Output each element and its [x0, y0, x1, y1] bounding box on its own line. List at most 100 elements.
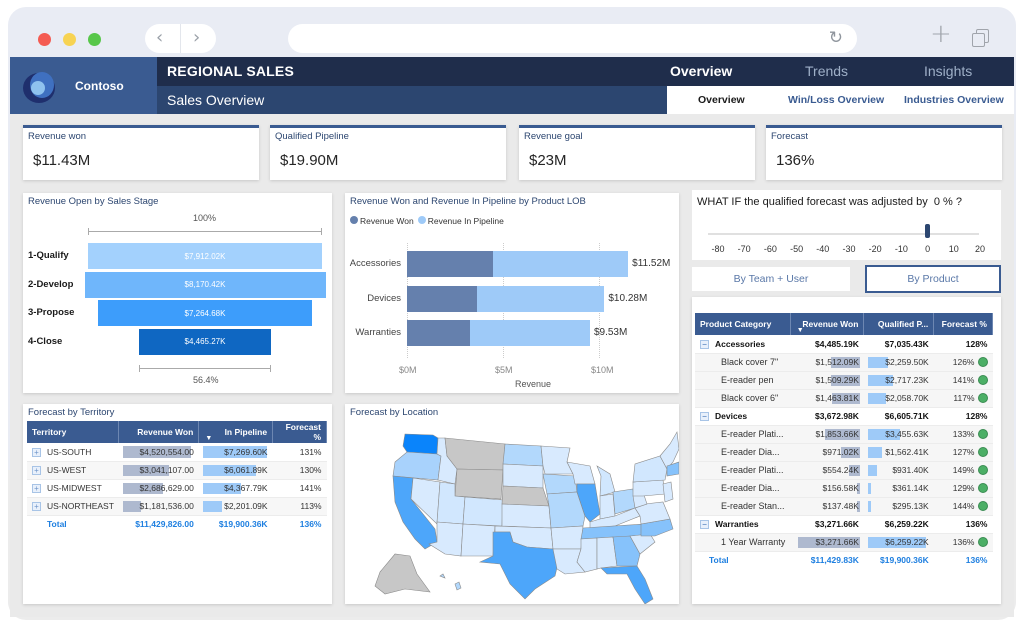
col-in-pipeline[interactable]: ▼ In Pipeline [198, 421, 274, 443]
back-icon[interactable]: ‹ [156, 27, 163, 48]
product-row[interactable]: E-reader pen $1,509.29K $2,717.23K 141% [695, 371, 993, 390]
collapse-icon[interactable]: − [700, 339, 709, 349]
col-forecast-pct[interactable]: Forecast % [272, 421, 327, 443]
product-row[interactable]: E-reader Dia... $156.58K $361.14K 129% [695, 479, 993, 498]
bar-revenue-won[interactable] [407, 320, 470, 346]
tab-overview[interactable]: Overview [670, 63, 732, 79]
total-row: Total $11,429,826.00 $19,900.36K 136% [27, 515, 327, 533]
category-row[interactable]: − Accessories $4,485.19K $7,035.43K 128% [695, 335, 993, 354]
expand-icon[interactable]: + [32, 466, 41, 476]
revenue-won-cell: $1,853.66K [790, 425, 864, 444]
reload-icon[interactable]: ↻ [829, 28, 843, 48]
territory-cell: + US-WEST [27, 461, 119, 480]
minimize-window-button[interactable] [63, 33, 76, 46]
col-territory[interactable]: Territory [27, 421, 120, 443]
revenue-won-value: $3,271.66K [815, 537, 859, 547]
legend-item-revenue-pipeline[interactable]: Revenue In Pipeline [417, 216, 504, 226]
funnel-bar[interactable]: $8,170.42K [84, 271, 326, 298]
table-row[interactable]: + US-WEST $3,041,107.00 $6,061.89K 130% [27, 461, 327, 480]
legend-label: Revenue In Pipeline [427, 216, 504, 226]
col-revenue-won[interactable]: ▼ Revenue Won [790, 313, 865, 335]
category-forecast-pct: 136% [933, 515, 993, 534]
total-forecast-pct: 136% [299, 519, 322, 530]
revenue-won-cell: $1,512.09K [790, 353, 864, 372]
close-window-button[interactable] [38, 33, 51, 46]
col-forecast-pct[interactable]: Forecast % [933, 313, 993, 335]
product-row[interactable]: Black cover 6" $1,463.81K $2,058.70K 117% [695, 389, 993, 408]
revenue-won-cell: $3,271.66K [790, 533, 864, 552]
territory-name: US-SOUTH [47, 446, 92, 457]
revenue-won-value: $1,463.81K [815, 393, 859, 403]
col-product-category[interactable]: Product Category [695, 313, 791, 335]
expand-icon[interactable]: + [32, 447, 41, 457]
slider-handle[interactable] [925, 224, 931, 238]
by-product-button[interactable]: By Product [865, 265, 1001, 293]
collapse-icon[interactable]: − [700, 520, 709, 530]
bar-revenue-won[interactable] [407, 285, 478, 312]
slider-track[interactable] [708, 233, 979, 235]
product-row[interactable]: 1 Year Warranty $3,271.66K $6,259.22K 136% [695, 533, 993, 552]
status-good-icon [977, 375, 988, 386]
slider-tick-label: 20 [974, 244, 985, 254]
state-ia [542, 473, 578, 495]
product-row[interactable]: E-reader Stan... $137.48K $295.13K 144% [695, 497, 993, 516]
collapse-icon[interactable]: − [700, 412, 709, 422]
category-row[interactable]: − Warranties $3,271.66K $6,259.22K 136% [695, 515, 993, 534]
by-team-user-button[interactable]: By Team + User [692, 267, 850, 291]
product-row[interactable]: Black cover 7" $1,512.09K $2,259.50K 126% [695, 353, 993, 372]
category-pipeline: $7,035.43K [863, 335, 934, 354]
funnel-bar[interactable]: $4,465.27K [139, 328, 271, 355]
legend-item-revenue-won[interactable]: Revenue Won [350, 216, 414, 226]
territory-name: US-NORTHEAST [47, 500, 114, 511]
funnel-bar[interactable]: $7,912.02K [88, 243, 322, 269]
funnel-top-bracket [88, 228, 322, 235]
state-wy [454, 468, 504, 500]
tabs-overview-icon[interactable] [972, 29, 989, 47]
kpi-label: Qualified Pipeline [275, 131, 349, 142]
pipeline-value: $2,058.70K [885, 393, 929, 403]
bar-revenue-won[interactable] [407, 251, 494, 277]
new-tab-icon[interactable]: + [930, 19, 952, 49]
revenue-won-cell: $4,520,554.00 [118, 443, 199, 462]
col-revenue-won[interactable]: Revenue Won [118, 421, 200, 443]
expand-icon[interactable]: + [32, 502, 41, 512]
expand-icon[interactable]: + [32, 484, 41, 494]
product-row[interactable]: E-reader Plati... $1,853.66K $3,455.63K 133… [695, 425, 993, 444]
maximize-window-button[interactable] [88, 33, 101, 46]
address-bar[interactable]: ↻ [288, 24, 857, 53]
tab-trends[interactable]: Trends [805, 63, 848, 79]
bar-revenue-pipeline[interactable] [469, 320, 590, 346]
pipeline-value: $1,562.41K [885, 447, 929, 457]
forward-icon[interactable]: › [193, 27, 200, 48]
table-row[interactable]: + US-SOUTH $4,520,554.00 $7,269.60K 131% [27, 443, 327, 462]
slider-tick-label: -40 [816, 244, 830, 254]
slider-tick-label: 0 [925, 244, 931, 254]
pipeline-value: $2,717.23K [885, 375, 929, 385]
subtab-overview[interactable]: Overview [698, 94, 745, 106]
pipeline-cell: $931.40K [863, 461, 934, 480]
funnel-bar[interactable]: $7,264.68K [97, 300, 313, 326]
subtab-win-loss-overview[interactable]: Win/Loss Overview [788, 94, 884, 106]
table-row[interactable]: + US-MIDWEST $2,686,629.00 $4,367.79K 141% [27, 479, 327, 498]
product-row[interactable]: E-reader Dia... $971.02K $1,562.41K 127% [695, 443, 993, 462]
chart-legend: Revenue Won Revenue In Pipeline [350, 216, 504, 226]
contoso-logo-icon [23, 72, 55, 103]
subtab-industries-overview[interactable]: Industries Overview [904, 94, 1004, 106]
forecast-pct-value: 141% [952, 374, 975, 385]
bar-revenue-pipeline[interactable] [477, 285, 605, 312]
revenue-won-value: $1,181,536.00 [139, 501, 194, 511]
forecast-pct-value: 149% [952, 464, 975, 475]
product-row[interactable]: E-reader Plati... $554.24K $931.40K 149% [695, 461, 993, 480]
forecast-pct-cell: 126% [933, 353, 993, 372]
category-row[interactable]: − Devices $3,672.98K $6,605.71K 128% [695, 407, 993, 426]
state-pa [632, 479, 666, 497]
tab-insights[interactable]: Insights [924, 63, 972, 79]
status-good-icon [977, 447, 988, 458]
us-map[interactable] [345, 404, 679, 604]
col-qualified-pipeline[interactable]: Qualified P... [863, 313, 935, 335]
revenue-won-value: $1,509.29K [815, 375, 859, 385]
bar-revenue-pipeline[interactable] [493, 251, 629, 277]
table-row[interactable]: + US-NORTHEAST $1,181,536.00 $2,201.09K 113% [27, 497, 327, 516]
kpi-qualified-pipeline: Qualified Pipeline $19.90M [270, 125, 506, 180]
brand-name: Contoso [75, 79, 124, 93]
